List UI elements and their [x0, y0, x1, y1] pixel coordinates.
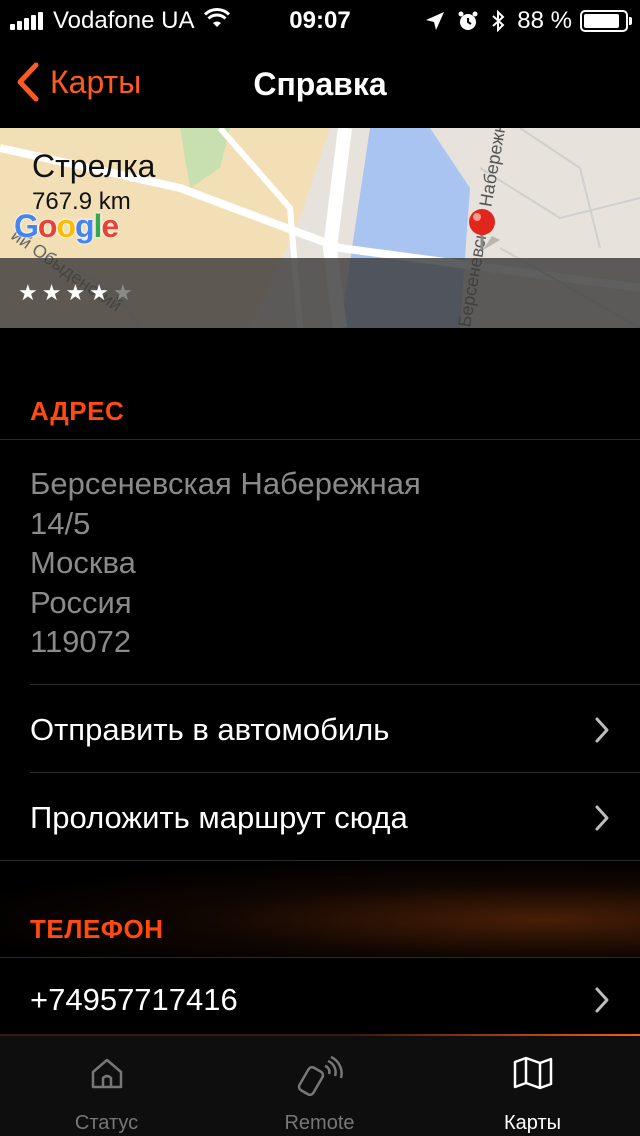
map-pin-icon	[466, 206, 502, 257]
bluetooth-icon	[491, 10, 505, 32]
phone-section-header: ТЕЛЕФОН	[30, 914, 164, 944]
google-logo: Google	[14, 208, 119, 244]
tab-maps-label: Карты	[504, 1112, 561, 1134]
star-icon: ★	[41, 280, 66, 305]
send-to-car-label: Отправить в автомобиль	[30, 712, 390, 747]
send-to-car-row[interactable]: Отправить в автомобиль	[0, 686, 640, 774]
star-icon: ★	[65, 280, 90, 305]
chevron-right-icon	[595, 987, 609, 1013]
tab-remote-label: Remote	[284, 1112, 355, 1134]
address-text: Берсеневская Набережная 14/5 Москва Росс…	[30, 464, 421, 662]
chevron-right-icon	[595, 805, 609, 831]
alarm-icon	[457, 10, 479, 32]
address-line-street: Берсеневская Набережная	[30, 466, 421, 501]
rating-stars: ★★★★★	[18, 280, 137, 306]
tab-maps[interactable]: Карты	[426, 1036, 639, 1136]
page-title: Справка	[253, 66, 387, 102]
home-icon	[91, 1058, 122, 1089]
address-line-city: Москва	[30, 545, 136, 580]
address-line-house: 14/5	[30, 505, 91, 541]
battery-icon	[580, 10, 632, 32]
chevron-right-icon	[595, 717, 609, 743]
phone-number: +74957717416	[30, 982, 238, 1017]
navigation-bar: Карты Справка	[0, 42, 640, 128]
status-right: 88 %	[413, 7, 632, 35]
status-bar: Vodafone UA 09:07 88 %	[0, 0, 640, 42]
phone-row[interactable]: +74957717416	[0, 958, 640, 1034]
map-icon	[513, 1056, 552, 1090]
divider	[30, 772, 640, 773]
divider	[0, 439, 640, 440]
divider	[30, 684, 640, 685]
location-arrow-icon	[425, 11, 445, 31]
place-name: Стрелка	[32, 148, 156, 184]
address-line-postcode: 119072	[30, 624, 132, 659]
battery-percent: 88 %	[517, 7, 572, 34]
address-section-header: АДРЕС	[30, 396, 125, 426]
route-here-row[interactable]: Проложить маршрут сюда	[0, 774, 640, 862]
tab-bar: Статус Remote Карты	[0, 1034, 640, 1136]
star-icon: ★	[18, 280, 42, 305]
star-empty-icon: ★	[112, 280, 137, 305]
star-icon: ★	[89, 280, 113, 305]
remote-key-icon	[297, 1056, 343, 1096]
tab-status[interactable]: Статус	[0, 1036, 213, 1136]
divider	[0, 860, 640, 861]
map-preview[interactable]: Берсеневская Набережная ий Обыденский Ст…	[0, 128, 640, 328]
address-line-country: Россия	[30, 584, 132, 620]
tab-status-label: Статус	[74, 1112, 139, 1134]
route-here-label: Проложить маршрут сюда	[30, 800, 408, 835]
tab-remote[interactable]: Remote	[213, 1036, 426, 1136]
